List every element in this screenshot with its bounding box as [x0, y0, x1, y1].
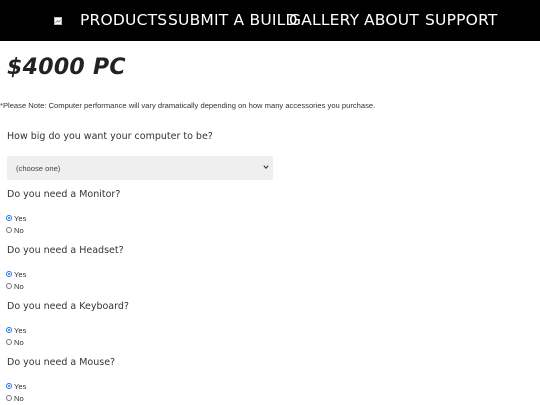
- nav-about-link[interactable]: ABOUT: [364, 11, 419, 29]
- logo-icon[interactable]: [54, 17, 62, 25]
- size-question-label: How big do you want your computer to be?: [7, 131, 213, 142]
- nav-products-link[interactable]: PRODUCTS: [80, 11, 167, 29]
- headset-yes-radio[interactable]: [6, 271, 12, 277]
- performance-note: *Please Note: Computer performance will …: [0, 101, 376, 110]
- top-navbar: PRODUCTS SUBMIT A BUILD GALLERY ABOUT SU…: [0, 0, 540, 41]
- keyboard-yes-radio[interactable]: [6, 327, 12, 333]
- nav-support-link[interactable]: SUPPORT: [425, 11, 498, 29]
- mouse-yes-radio[interactable]: [6, 383, 12, 389]
- mouse-no-option[interactable]: No: [6, 393, 24, 403]
- keyboard-question-label: Do you need a Keyboard?: [7, 301, 129, 312]
- headset-no-label: No: [14, 281, 24, 291]
- mouse-no-label: No: [14, 393, 24, 403]
- size-select[interactable]: (choose one): [7, 156, 273, 180]
- keyboard-yes-label: Yes: [14, 325, 27, 335]
- monitor-question-label: Do you need a Monitor?: [7, 189, 121, 200]
- monitor-yes-radio[interactable]: [6, 215, 12, 221]
- keyboard-no-radio[interactable]: [6, 339, 12, 345]
- mouse-no-radio[interactable]: [6, 395, 12, 401]
- headset-question-label: Do you need a Headset?: [7, 245, 124, 256]
- page-title: $4000 PC: [7, 55, 126, 80]
- keyboard-no-option[interactable]: No: [6, 337, 24, 347]
- headset-yes-label: Yes: [14, 269, 27, 279]
- monitor-yes-label: Yes: [14, 213, 27, 223]
- monitor-no-label: No: [14, 225, 24, 235]
- monitor-yes-option[interactable]: Yes: [6, 213, 26, 223]
- mouse-yes-label: Yes: [14, 381, 27, 391]
- nav-submit-build-link[interactable]: SUBMIT A BUILD: [168, 11, 298, 29]
- mouse-question-label: Do you need a Mouse?: [7, 357, 116, 368]
- nav-gallery-link[interactable]: GALLERY: [289, 11, 359, 29]
- monitor-no-radio[interactable]: [6, 227, 12, 233]
- keyboard-no-label: No: [14, 337, 24, 347]
- size-select-value: (choose one): [16, 163, 61, 173]
- headset-yes-option[interactable]: Yes: [6, 269, 26, 279]
- headset-no-radio[interactable]: [6, 283, 12, 289]
- monitor-no-option[interactable]: No: [6, 225, 24, 235]
- mouse-yes-option[interactable]: Yes: [6, 381, 26, 391]
- headset-no-option[interactable]: No: [6, 281, 24, 291]
- keyboard-yes-option[interactable]: Yes: [6, 325, 26, 335]
- chevron-down-icon: [263, 165, 269, 170]
